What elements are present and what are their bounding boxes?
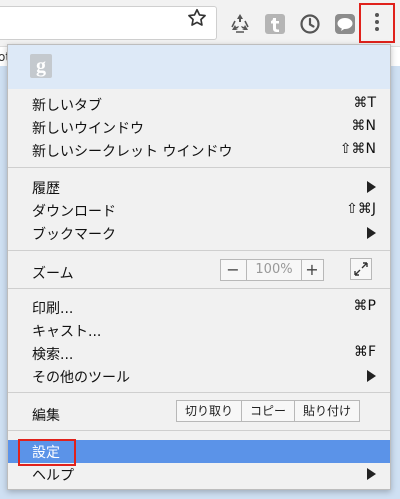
- menu-item-shortcut: ⌘P: [353, 298, 376, 314]
- menu-item-new-incognito-window[interactable]: 新しいシークレット ウインドウ ⇧⌘N: [8, 139, 390, 162]
- menu-item-zoom: ズーム − 100% +: [8, 258, 390, 284]
- zoom-out-button[interactable]: −: [221, 260, 245, 280]
- google-logo-icon: g: [30, 54, 52, 78]
- menu-item-label: 検索...: [32, 347, 74, 363]
- menu-item-label: キャスト...: [32, 324, 102, 340]
- menu-divider: [8, 430, 390, 431]
- menu-item-find[interactable]: 検索... ⌘F: [8, 342, 390, 365]
- menu-item-shortcut: ⇧⌘N: [339, 141, 376, 157]
- submenu-arrow-icon: [367, 181, 376, 193]
- copy-button[interactable]: コピー: [241, 401, 294, 421]
- menu-divider: [8, 250, 390, 251]
- menu-item-label: 新しいシークレット ウインドウ: [32, 144, 233, 160]
- tumblr-icon[interactable]: [263, 12, 287, 36]
- chrome-menu: g 新しいタブ ⌘T 新しいウインドウ ⌘N 新しいシークレット ウインドウ ⇧…: [7, 44, 391, 490]
- menu-item-label: 新しいウインドウ: [32, 121, 144, 137]
- submenu-arrow-icon: [367, 468, 376, 480]
- menu-item-print[interactable]: 印刷... ⌘P: [8, 296, 390, 319]
- menu-divider: [8, 392, 390, 393]
- menu-item-edit: 編集 切り取り コピー 貼り付け: [8, 400, 390, 426]
- menu-item-history[interactable]: 履歴: [8, 176, 390, 199]
- history-clock-icon[interactable]: [298, 12, 322, 36]
- menu-header: g: [8, 45, 390, 89]
- menu-item-shortcut: ⌘T: [353, 95, 376, 111]
- paste-button[interactable]: 貼り付け: [294, 401, 359, 421]
- menu-divider: [8, 167, 390, 168]
- cut-button[interactable]: 切り取り: [177, 401, 241, 421]
- edit-label: 編集: [32, 408, 60, 424]
- zoom-in-button[interactable]: +: [300, 260, 324, 280]
- menu-item-new-tab[interactable]: 新しいタブ ⌘T: [8, 93, 390, 116]
- menu-item-downloads[interactable]: ダウンロード ⇧⌘J: [8, 199, 390, 222]
- settings-annotation-box: [18, 439, 76, 466]
- edit-button-group: 切り取り コピー 貼り付け: [176, 400, 361, 422]
- submenu-arrow-icon: [367, 227, 376, 239]
- star-icon[interactable]: [186, 7, 208, 29]
- menu-item-help[interactable]: ヘルプ: [8, 463, 390, 486]
- menu-divider: [8, 288, 390, 289]
- fullscreen-icon: [354, 262, 368, 276]
- menu-item-more-tools[interactable]: その他のツール: [8, 365, 390, 388]
- menu-item-label: その他のツール: [32, 370, 130, 386]
- zoom-control: − 100% +: [220, 259, 324, 281]
- menu-item-bookmarks[interactable]: ブックマーク: [8, 222, 390, 245]
- more-vert-icon[interactable]: [375, 13, 379, 33]
- menu-item-label: ダウンロード: [32, 204, 116, 220]
- menu-item-shortcut: ⇧⌘J: [346, 201, 376, 217]
- recycle-icon[interactable]: [228, 12, 252, 36]
- menu-item-shortcut: ⌘F: [353, 344, 376, 360]
- menu-item-cast[interactable]: キャスト...: [8, 319, 390, 342]
- menu-item-label: 新しいタブ: [32, 98, 102, 114]
- submenu-arrow-icon: [367, 370, 376, 382]
- browser-toolbar: [0, 0, 400, 46]
- menu-item-label: ヘルプ: [32, 468, 74, 484]
- menu-item-label: ブックマーク: [32, 227, 116, 243]
- menu-item-new-window[interactable]: 新しいウインドウ ⌘N: [8, 116, 390, 139]
- menu-item-label: 印刷...: [32, 301, 74, 317]
- zoom-level: 100%: [246, 260, 302, 280]
- line-icon[interactable]: [333, 12, 357, 36]
- menu-item-label: 履歴: [32, 181, 60, 197]
- zoom-label: ズーム: [32, 266, 74, 282]
- address-bar[interactable]: [0, 6, 217, 40]
- fullscreen-button[interactable]: [350, 258, 372, 280]
- menu-item-shortcut: ⌘N: [351, 118, 376, 134]
